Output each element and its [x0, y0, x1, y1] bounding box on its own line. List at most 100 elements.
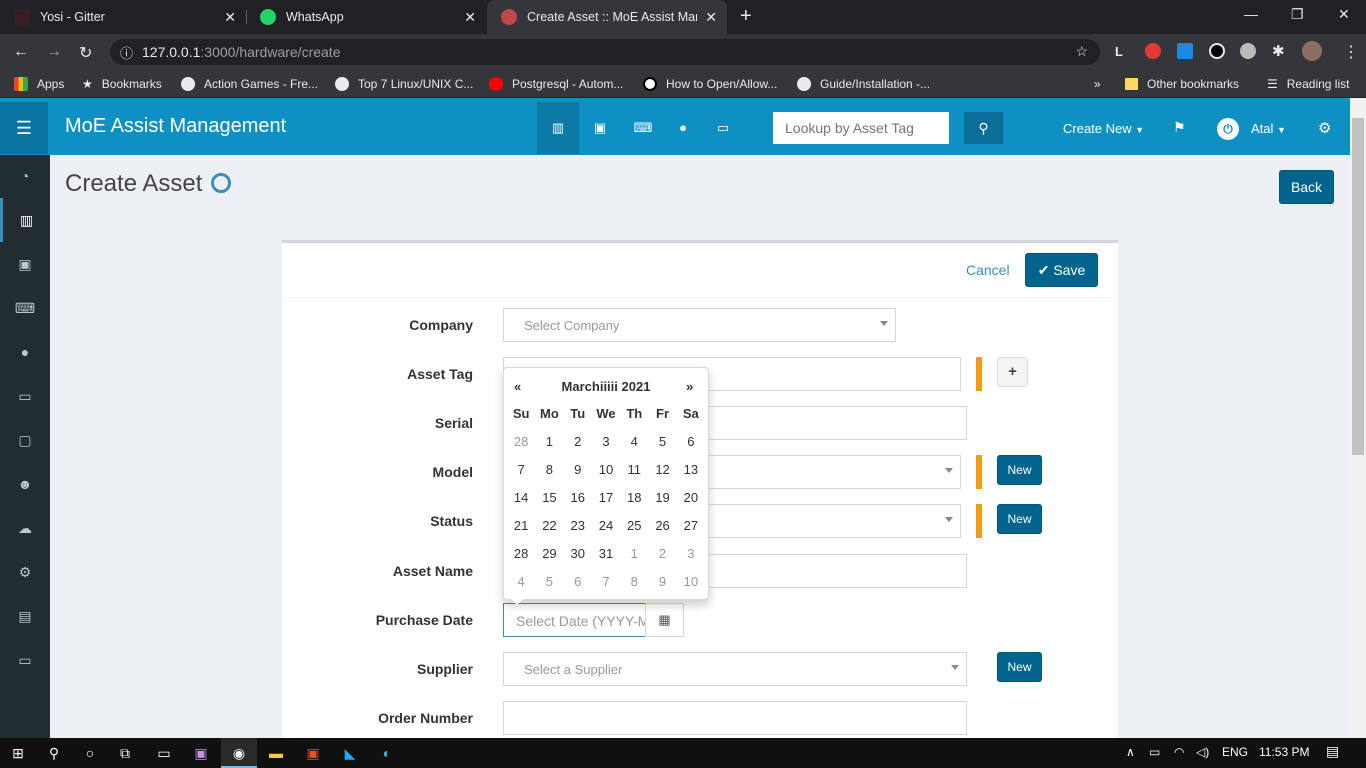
datepicker-day[interactable]: 21	[507, 512, 535, 540]
datepicker-day[interactable]: 29	[535, 540, 563, 568]
reload-icon[interactable]: ↻	[79, 43, 92, 63]
datepicker-day[interactable]: 8	[535, 456, 563, 484]
datepicker-next-button[interactable]: »	[686, 379, 693, 394]
notifications-icon[interactable]: ▤	[1326, 743, 1339, 760]
save-button[interactable]: ✔ Save	[1025, 253, 1098, 287]
close-icon[interactable]: ✕	[224, 9, 236, 26]
info-icon[interactable]: ⓘ	[120, 43, 133, 62]
sidebar-item-import[interactable]: ☁	[0, 506, 50, 550]
datepicker-day[interactable]: 1	[535, 428, 563, 456]
adblock-extension-icon[interactable]	[1145, 43, 1161, 59]
settings-cogs-icon[interactable]: ⚙	[1318, 119, 1331, 137]
dashboard-icon[interactable]: ◔	[0, 154, 50, 198]
datepicker-day[interactable]: 12	[648, 456, 676, 484]
terminal-icon[interactable]: ▭	[146, 738, 182, 768]
datepicker-day[interactable]: 28	[507, 540, 535, 568]
alerts-flag-icon[interactable]: ⚑	[1173, 119, 1186, 136]
profile-avatar[interactable]	[1302, 41, 1322, 61]
puzzle-extensions-icon[interactable]: ✱	[1272, 42, 1285, 60]
create-new-dropdown[interactable]: Create New ▼	[1063, 121, 1144, 136]
datepicker-day[interactable]: 14	[507, 484, 535, 512]
phpstorm-icon[interactable]: ▣	[183, 738, 219, 768]
windows-start-icon[interactable]: ⊞	[0, 738, 36, 768]
company-select[interactable]: Select Company	[503, 308, 896, 342]
datepicker-day[interactable]: 1	[620, 540, 648, 568]
vscode-icon[interactable]: ◣	[332, 738, 368, 768]
edge-icon[interactable]: ◐	[369, 738, 405, 768]
datepicker-day[interactable]: 16	[564, 484, 592, 512]
datepicker-day[interactable]: 7	[507, 456, 535, 484]
menu-kebab-icon[interactable]: ⋮	[1343, 42, 1359, 62]
datepicker-prev-button[interactable]: «	[514, 379, 521, 394]
sidebar-item-accessories[interactable]: ⌨	[0, 286, 50, 330]
order-number-input[interactable]	[503, 701, 967, 735]
datepicker-day[interactable]: 3	[677, 540, 705, 568]
calendar-icon[interactable]: ▦	[645, 603, 684, 637]
extension-icon[interactable]	[1177, 43, 1193, 59]
sidebar-item-components[interactable]: ▭	[0, 374, 50, 418]
battery-icon[interactable]: ▭	[1149, 745, 1160, 759]
datepicker-day[interactable]: 9	[564, 456, 592, 484]
address-bar[interactable]: ⓘ 127.0.0.1:3000/hardware/create ☆	[110, 39, 1100, 65]
wifi-icon[interactable]: ◠	[1174, 745, 1184, 759]
datepicker-day[interactable]: 4	[620, 428, 648, 456]
extension-icon[interactable]	[1209, 43, 1225, 59]
sidebar-item-people[interactable]: ☻	[0, 462, 50, 506]
bookmark-postgresql[interactable]: Postgresql - Autom...	[489, 77, 623, 91]
search-icon[interactable]: ⚲	[964, 112, 1003, 144]
datepicker-day[interactable]: 11	[620, 456, 648, 484]
sidebar-item-assets[interactable]: ▥	[0, 198, 50, 242]
reading-list[interactable]: ☰ Reading list	[1267, 77, 1349, 91]
user-avatar-power-icon[interactable]: ⏻	[1217, 118, 1239, 140]
new-tab-button[interactable]: +	[740, 5, 752, 28]
scrollbar-thumb[interactable]	[1352, 118, 1364, 455]
datepicker-day[interactable]: 15	[535, 484, 563, 512]
datepicker-day[interactable]: 5	[648, 428, 676, 456]
datepicker-day[interactable]: 13	[677, 456, 705, 484]
datepicker-day[interactable]: 20	[677, 484, 705, 512]
close-icon[interactable]: ✕	[705, 9, 717, 26]
datepicker-day[interactable]: 19	[648, 484, 676, 512]
datepicker-day[interactable]: 30	[564, 540, 592, 568]
bookmark-how-to-open[interactable]: How to Open/Allow...	[643, 77, 777, 91]
back-arrow-icon[interactable]: ←	[13, 43, 29, 61]
bookmark-apps[interactable]: Apps	[14, 77, 64, 91]
bookmark-action-games[interactable]: Action Games - Fre...	[181, 77, 318, 91]
datepicker-day[interactable]: 2	[648, 540, 676, 568]
bookmarks-overflow-icon[interactable]: »	[1094, 77, 1101, 91]
datepicker-day[interactable]: 22	[535, 512, 563, 540]
bookmark-top7-linux[interactable]: Top 7 Linux/UNIX C...	[335, 77, 473, 91]
volume-icon[interactable]: ◁)	[1196, 745, 1209, 759]
sidebar-item-reports[interactable]: ▤	[0, 594, 50, 638]
datepicker-day[interactable]: 8	[620, 568, 648, 596]
cortana-icon[interactable]: ○	[72, 738, 108, 768]
bookmark-other[interactable]: Other bookmarks	[1125, 77, 1239, 91]
licenses-save-icon[interactable]: ▣	[579, 112, 621, 144]
tray-chevron-up-icon[interactable]: ∧	[1126, 745, 1135, 759]
datepicker-day[interactable]: 24	[592, 512, 620, 540]
bookmark-bookmarks[interactable]: ★ Bookmarks	[82, 77, 162, 91]
tab-whatsapp[interactable]: WhatsApp ✕	[246, 0, 486, 34]
assets-barcode-icon[interactable]: ▥	[537, 102, 579, 154]
datepicker-day[interactable]: 2	[564, 428, 592, 456]
datepicker-day[interactable]: 17	[592, 484, 620, 512]
bookmark-guide-installation[interactable]: Guide/Installation -...	[797, 77, 930, 91]
datepicker-day[interactable]: 4	[507, 568, 535, 596]
window-close-icon[interactable]: ✕	[1338, 6, 1350, 23]
datepicker-month-title[interactable]: Marchiiiii 2021	[537, 379, 675, 394]
datepicker-day[interactable]: 27	[677, 512, 705, 540]
brand-title[interactable]: MoE Assist Management	[65, 115, 286, 138]
datepicker-day[interactable]: 6	[677, 428, 705, 456]
xampp-icon[interactable]: ▣	[295, 738, 331, 768]
tab-create-asset[interactable]: Create Asset :: MoE Assist Manag ✕	[487, 0, 727, 34]
forward-arrow-icon[interactable]: →	[46, 43, 62, 61]
consumables-tint-icon[interactable]: ●	[662, 112, 704, 144]
datepicker-day[interactable]: 10	[677, 568, 705, 596]
back-button[interactable]: Back	[1279, 170, 1334, 204]
new-status-button[interactable]: New	[997, 504, 1042, 534]
datepicker-day[interactable]: 25	[620, 512, 648, 540]
datepicker-day[interactable]: 6	[564, 568, 592, 596]
datepicker-day[interactable]: 5	[535, 568, 563, 596]
sidebar-item-consumables[interactable]: ●	[0, 330, 50, 374]
datepicker-day[interactable]: 23	[564, 512, 592, 540]
